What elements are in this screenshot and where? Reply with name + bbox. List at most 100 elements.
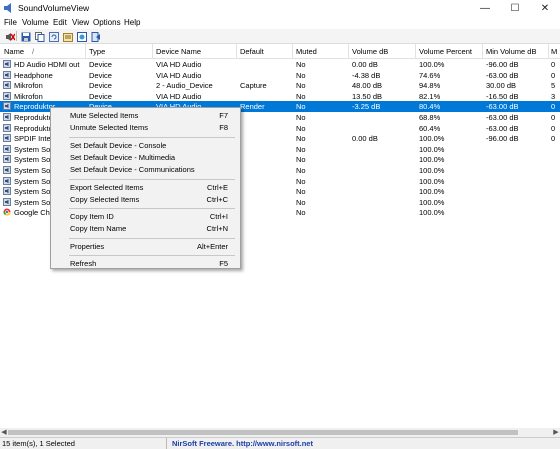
menu-item-shortcut: F5 bbox=[219, 259, 228, 268]
column-header-min-volume-db[interactable]: Min Volume dB bbox=[486, 47, 536, 56]
window-title: SoundVolumeView bbox=[18, 3, 90, 13]
speaker-icon bbox=[3, 134, 11, 143]
column-header-max-volume-db[interactable]: M bbox=[551, 47, 557, 56]
cell-min-db: -96.00 dB bbox=[486, 60, 519, 69]
speaker-icon bbox=[3, 166, 11, 174]
nirsoft-link[interactable]: NirSoft Freeware. http://www.nirsoft.net bbox=[172, 439, 313, 448]
cell-muted: No bbox=[296, 60, 306, 69]
menu-help[interactable]: Help bbox=[124, 18, 140, 27]
cell-type: Device bbox=[89, 91, 112, 101]
cell-vol-pct: 100.0% bbox=[419, 134, 445, 144]
list-header: Name / Type Device Name Default Muted Vo… bbox=[0, 44, 560, 59]
column-header-volume-percent[interactable]: Volume Percent bbox=[419, 47, 472, 56]
menu-volume[interactable]: Volume bbox=[22, 18, 49, 27]
cell-muted: No bbox=[296, 70, 306, 80]
cell-vol-pct: 60.4% bbox=[419, 123, 441, 133]
sort-indicator: / bbox=[32, 47, 35, 56]
menu-view[interactable]: View bbox=[72, 18, 89, 27]
cell-name: HD Audio HDMI out bbox=[14, 60, 80, 69]
cell-muted: No bbox=[296, 134, 306, 144]
menu-item-label: Set Default Device - Console bbox=[70, 140, 167, 150]
cell-muted: No bbox=[296, 176, 306, 186]
cell-vol-pct: 82.1% bbox=[419, 91, 441, 101]
maximize-button[interactable]: ☐ bbox=[500, 0, 530, 17]
cell-muted: No bbox=[296, 113, 306, 122]
context-item-set-default-device-console[interactable]: Set Default Device - Console bbox=[51, 140, 240, 152]
cell-min-db: -63.00 dB bbox=[486, 102, 519, 112]
cell-muted: No bbox=[296, 197, 306, 207]
cell-device: VIA HD Audio bbox=[156, 91, 202, 101]
copy-icon[interactable] bbox=[34, 31, 46, 43]
menu-bar: File Volume Edit View Options Help bbox=[0, 17, 560, 29]
scroll-left-arrow-icon[interactable]: ◀ bbox=[0, 428, 8, 437]
context-item-export-selected-items[interactable]: Export Selected Items Ctrl+E bbox=[51, 182, 240, 194]
table-row[interactable]: HD Audio HDMI out Device VIA HD Audio No 0.0… bbox=[0, 59, 560, 70]
cell-vol-db: -3.25 dB bbox=[352, 102, 381, 112]
cell-vol-db: 48.00 dB bbox=[352, 81, 383, 91]
cell-m: 0 bbox=[551, 60, 556, 69]
scroll-right-arrow-icon[interactable]: ▶ bbox=[552, 428, 560, 437]
cell-device: VIA HD Audio bbox=[156, 70, 202, 80]
microphone-icon bbox=[3, 91, 11, 100]
toolbar-separator bbox=[16, 31, 17, 41]
menu-item-label: Set Default Device - Communications bbox=[70, 165, 195, 175]
save-icon[interactable] bbox=[20, 31, 32, 43]
context-item-copy-selected-items[interactable]: Copy Selected Items Ctrl+C bbox=[51, 194, 240, 206]
menu-item-label: Mute Selected Items bbox=[70, 111, 139, 120]
horizontal-scrollbar[interactable]: ◀ ▶ bbox=[0, 428, 560, 437]
cell-muted: No bbox=[296, 144, 306, 154]
cell-min-db: -63.00 dB bbox=[486, 123, 519, 133]
column-header-device-name[interactable]: Device Name bbox=[156, 47, 201, 56]
menu-options[interactable]: Options bbox=[93, 18, 121, 27]
context-item-properties[interactable]: Properties Alt+Enter bbox=[51, 241, 240, 253]
menu-item-label: Export Selected Items bbox=[70, 182, 144, 192]
context-item-copy-item-name[interactable]: Copy Item Name Ctrl+N bbox=[51, 223, 240, 235]
cell-vol-pct: 100.0% bbox=[419, 197, 445, 207]
cell-name: Mikrofon bbox=[14, 91, 43, 101]
cell-muted: No bbox=[296, 123, 306, 133]
cell-m: 3 bbox=[551, 91, 556, 101]
menu-edit[interactable]: Edit bbox=[53, 18, 67, 27]
minimize-button[interactable]: — bbox=[470, 0, 500, 17]
cell-vol-pct: 100.0% bbox=[419, 208, 445, 218]
context-item-unmute-selected-items[interactable]: Unmute Selected Items F8 bbox=[51, 122, 240, 134]
context-item-set-default-device-multimedia[interactable]: Set Default Device - Multimedia bbox=[51, 152, 240, 164]
html-report-icon[interactable] bbox=[76, 31, 88, 43]
cell-vol-pct: 100.0% bbox=[419, 187, 445, 197]
app-speaker-icon bbox=[4, 3, 11, 13]
refresh-icon[interactable] bbox=[48, 31, 60, 43]
menu-item-shortcut: Ctrl+N bbox=[206, 224, 228, 234]
exit-icon[interactable] bbox=[90, 31, 102, 43]
cell-default: Render bbox=[240, 102, 265, 112]
cell-muted: No bbox=[296, 102, 306, 112]
close-button[interactable]: ✕ bbox=[530, 0, 560, 17]
column-header-default[interactable]: Default bbox=[240, 47, 264, 56]
context-item-copy-item-id[interactable]: Copy Item ID Ctrl+I bbox=[51, 211, 240, 223]
menu-separator bbox=[69, 208, 235, 210]
properties-icon[interactable] bbox=[62, 31, 74, 43]
menu-item-shortcut: F8 bbox=[219, 123, 228, 133]
column-header-type[interactable]: Type bbox=[89, 47, 105, 56]
cell-vol-pct: 100.0% bbox=[419, 155, 445, 165]
context-item-mute-selected-items[interactable]: Mute Selected Items F7 bbox=[51, 110, 240, 122]
column-header-volume-db[interactable]: Volume dB bbox=[352, 47, 388, 56]
cell-min-db: 30.00 dB bbox=[486, 81, 517, 91]
cell-m: 0 bbox=[551, 70, 556, 80]
cell-vol-pct: 100.0% bbox=[419, 176, 445, 186]
cell-m: 0 bbox=[551, 113, 556, 122]
column-header-name[interactable]: Name bbox=[4, 47, 24, 56]
speaker-icon bbox=[3, 197, 11, 206]
table-row[interactable]: Headphone Device VIA HD Audio No -4.38 dB 74.… bbox=[0, 70, 560, 81]
mute-device-icon[interactable] bbox=[4, 31, 16, 43]
column-header-muted[interactable]: Muted bbox=[296, 47, 317, 56]
cell-min-db: -16.50 dB bbox=[486, 91, 519, 101]
cell-name: Headphone bbox=[14, 70, 53, 80]
context-item-refresh[interactable]: Refresh F5 bbox=[51, 258, 240, 270]
menu-file[interactable]: File bbox=[4, 18, 17, 27]
cell-muted: No bbox=[296, 166, 306, 175]
table-row[interactable]: Mikrofon Device 2 - Audio_Device Capture No 4… bbox=[0, 80, 560, 91]
context-item-set-default-device-communications[interactable]: Set Default Device - Communications bbox=[51, 164, 240, 176]
scrollbar-thumb[interactable] bbox=[8, 430, 518, 435]
cell-name: Mikrofon bbox=[14, 81, 43, 91]
table-row[interactable]: Mikrofon Device VIA HD Audio No 13.50 dB 82.1… bbox=[0, 91, 560, 102]
